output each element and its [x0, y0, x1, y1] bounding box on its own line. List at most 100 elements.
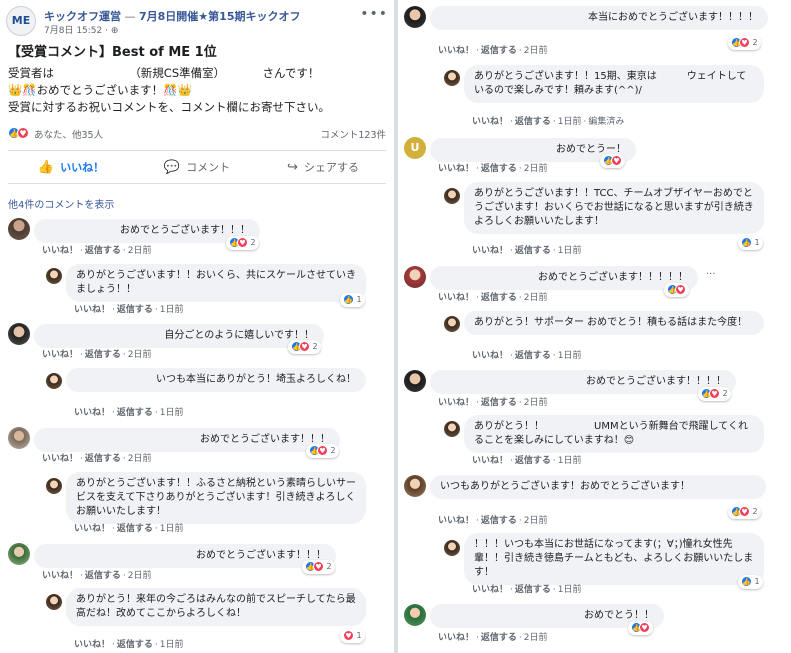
comment-time[interactable]: 2日前 — [128, 454, 152, 464]
event-link[interactable]: 7月8日開催★第15期キックオフ — [139, 10, 300, 23]
comment-reply-link[interactable]: 返信する — [481, 516, 517, 526]
comment-like-link[interactable]: いいね！ — [472, 117, 508, 127]
commenter-avatar[interactable] — [404, 604, 426, 626]
comment-count[interactable]: コメント123件 — [320, 127, 386, 141]
share-button[interactable]: ↪ シェアする — [260, 151, 386, 183]
more-options-icon[interactable]: ••• — [360, 6, 388, 22]
reply-avatar[interactable] — [46, 594, 62, 610]
reply-avatar[interactable] — [46, 268, 62, 284]
comment-like-link[interactable]: いいね！ — [438, 293, 474, 303]
comment-like-link[interactable]: いいね！ — [438, 516, 474, 526]
comment-reply-link[interactable]: 返信する — [117, 305, 153, 315]
comment-time[interactable]: 2日前 — [524, 293, 548, 303]
comment-time[interactable]: 1日前 — [160, 408, 184, 418]
commenter-avatar[interactable] — [404, 266, 426, 288]
comment-time[interactable]: 1日前 — [558, 456, 582, 466]
comment-like-link[interactable]: いいね！ — [472, 585, 508, 595]
commenter-avatar[interactable] — [8, 218, 30, 240]
comment-time[interactable]: 2日前 — [128, 571, 152, 581]
comment-reactions[interactable]: 👍♥ 2 — [728, 505, 761, 519]
post-date[interactable]: 7月8日 15:52 · — [44, 26, 108, 36]
edited-label[interactable]: 編集済み — [588, 117, 624, 127]
comment-like-link[interactable]: いいね！ — [438, 398, 474, 408]
comment-like-link[interactable]: いいね！ — [472, 456, 508, 466]
comment-reactions[interactable]: 👍 1 — [340, 293, 365, 307]
comment-like-link[interactable]: いいね！ — [438, 633, 474, 643]
page-logo[interactable]: ME — [6, 6, 36, 36]
commenter-avatar[interactable] — [404, 475, 426, 497]
comment-reply-link[interactable]: 返信する — [515, 351, 551, 361]
commenter-avatar[interactable] — [8, 323, 30, 345]
commenter-avatar[interactable] — [8, 543, 30, 565]
like-button[interactable]: 👍 いいね！ — [8, 151, 134, 183]
comment-reply-link[interactable]: 返信する — [85, 571, 121, 581]
comment-like-link[interactable]: いいね！ — [74, 305, 110, 315]
reply-avatar[interactable] — [444, 421, 460, 437]
comment-like-link[interactable]: いいね！ — [74, 640, 110, 650]
comment-reply-link[interactable]: 返信する — [117, 640, 153, 650]
comment-time[interactable]: 1日前 — [558, 585, 582, 595]
comment-reactions[interactable]: 👍♥ — [664, 283, 689, 297]
comment-reactions[interactable]: 👍♥ 2 — [728, 36, 761, 50]
comment-time[interactable]: 2日前 — [524, 516, 548, 526]
comment-reactions[interactable]: 👍♥ 2 — [288, 340, 321, 354]
comment-time[interactable]: 1日前 — [558, 246, 582, 256]
reply-avatar[interactable] — [444, 540, 460, 556]
comment-like-link[interactable]: いいね！ — [74, 408, 110, 418]
comment-reactions[interactable]: 👍 1 — [738, 236, 763, 250]
comment-reply-link[interactable]: 返信する — [515, 117, 551, 127]
comment-options-icon[interactable]: ··· — [706, 269, 716, 280]
comment-reply-link[interactable]: 返信する — [481, 293, 517, 303]
comment-reply-link[interactable]: 返信する — [85, 454, 121, 464]
comment-like-link[interactable]: いいね！ — [74, 524, 110, 534]
commenter-avatar[interactable] — [8, 427, 30, 449]
comment-reactions[interactable]: 👍♥ — [628, 621, 653, 635]
reply-avatar[interactable] — [46, 478, 62, 494]
comment-reply-link[interactable]: 返信する — [481, 164, 517, 174]
comment-reply-link[interactable]: 返信する — [515, 585, 551, 595]
comment-reply-link[interactable]: 返信する — [481, 46, 517, 56]
comment-reactions[interactable]: 👍♥ 2 — [302, 560, 335, 574]
comment-time[interactable]: 2日前 — [524, 164, 548, 174]
comment-time[interactable]: 2日前 — [128, 246, 152, 256]
comment-button[interactable]: 💬 コメント — [134, 151, 260, 183]
comment-reactions[interactable]: 👍♥ 2 — [698, 387, 731, 401]
comment-reply-link[interactable]: 返信する — [85, 350, 121, 360]
page-name-link[interactable]: キックオフ運営 — [44, 10, 121, 23]
comment-time[interactable]: 1日前 — [160, 640, 184, 650]
comment-time[interactable]: 2日前 — [524, 398, 548, 408]
comment-like-link[interactable]: いいね！ — [438, 46, 474, 56]
comment-reply-link[interactable]: 返信する — [515, 456, 551, 466]
comment-time[interactable]: 1日前 — [160, 524, 184, 534]
comment-reactions[interactable]: 👍♥ 2 — [226, 236, 259, 250]
comment-reactions[interactable]: 👍♥ — [600, 154, 625, 168]
comment-time[interactable]: 2日前 — [128, 350, 152, 360]
commenter-avatar[interactable] — [404, 370, 426, 392]
comment-time[interactable]: 1日前 — [558, 351, 582, 361]
comment-like-link[interactable]: いいね！ — [472, 246, 508, 256]
comment-like-link[interactable]: いいね！ — [42, 246, 78, 256]
commenter-avatar[interactable] — [404, 6, 426, 28]
commenter-avatar[interactable]: U — [404, 137, 426, 159]
reactions-summary[interactable]: あなた、他35人 — [34, 127, 103, 141]
reply-avatar[interactable] — [46, 373, 62, 389]
comment-like-link[interactable]: いいね！ — [472, 351, 508, 361]
comment-time[interactable]: 1日前 — [160, 305, 184, 315]
comment-reply-link[interactable]: 返信する — [117, 524, 153, 534]
reply-avatar[interactable] — [444, 188, 460, 204]
comment-reply-link[interactable]: 返信する — [481, 398, 517, 408]
comment-reactions[interactable]: ♥ 1 — [340, 629, 365, 643]
comment-like-link[interactable]: いいね！ — [438, 164, 474, 174]
view-more-comments[interactable]: 他4件のコメントを表示 — [8, 196, 114, 211]
comment-time[interactable]: 2日前 — [524, 633, 548, 643]
comment-time[interactable]: 2日前 — [524, 46, 548, 56]
comment-like-link[interactable]: いいね！ — [42, 350, 78, 360]
comment-reactions[interactable]: 👍 1 — [738, 575, 763, 589]
reaction-icons[interactable]: 👍♥ — [8, 127, 29, 139]
comment-time[interactable]: 1日前 — [558, 117, 582, 127]
reply-avatar[interactable] — [444, 70, 460, 86]
comment-like-link[interactable]: いいね！ — [42, 571, 78, 581]
comment-like-link[interactable]: いいね！ — [42, 454, 78, 464]
reply-avatar[interactable] — [444, 316, 460, 332]
comment-reply-link[interactable]: 返信する — [85, 246, 121, 256]
